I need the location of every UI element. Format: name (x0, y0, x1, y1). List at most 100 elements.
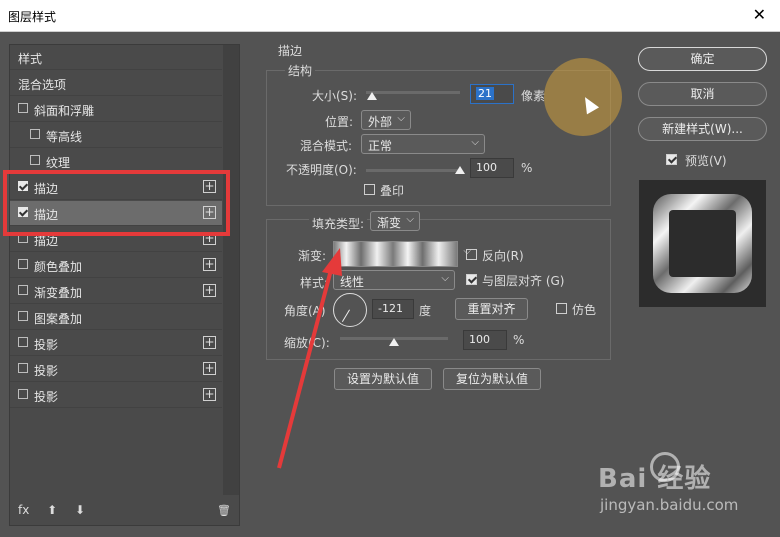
size-slider[interactable] (366, 91, 460, 94)
reverse-checkbox[interactable] (466, 249, 477, 260)
style-list-item[interactable]: 纹理 (10, 149, 222, 174)
style-checkbox[interactable] (18, 103, 28, 113)
angle-unit: 度 (419, 304, 432, 318)
style-list-item[interactable]: 等高线 (10, 123, 222, 148)
gradient-picker[interactable]: ⌵ (333, 241, 471, 267)
style-list-label: 样式 (18, 52, 43, 66)
style-checkbox[interactable] (18, 207, 28, 217)
title-bar: 图层样式 ✕ (0, 0, 780, 32)
angle-value: -121 (378, 302, 403, 315)
style-list-item[interactable]: 描边 + (10, 201, 222, 226)
style-checkbox[interactable] (18, 337, 28, 347)
ok-button[interactable]: 确定 (638, 47, 767, 71)
style-list-item[interactable]: 图案叠加 (10, 305, 222, 330)
window-title: 图层样式 (8, 10, 57, 24)
style-list-label: 颜色叠加 (34, 260, 83, 274)
style-checkbox[interactable] (18, 259, 28, 269)
reset-default-button[interactable]: 复位为默认值 (443, 368, 541, 390)
opacity-slider[interactable] (366, 169, 460, 172)
style-dropdown[interactable]: 线性 ⌵ (333, 270, 455, 290)
style-checkbox[interactable] (18, 233, 28, 243)
align-with-layer-label: 与图层对齐 (G) (482, 274, 565, 288)
preview-checkbox[interactable] (666, 154, 677, 165)
reset-align-button[interactable]: 重置对齐 (455, 298, 528, 320)
add-effect-icon[interactable]: + (203, 232, 216, 245)
angle-label: 角度(A) (284, 304, 326, 318)
preview-inner (669, 210, 736, 277)
angle-dial[interactable] (333, 293, 367, 327)
style-checkbox[interactable] (30, 155, 40, 165)
angle-dial-hand (341, 309, 350, 323)
style-list-item[interactable]: 描边 + (10, 227, 222, 252)
styles-list-panel: 样式 混合选项 斜面和浮雕 等高线 纹理 描边 + 描边 + 描边 + 颜色叠加 + 渐变叠加 + 图案叠加投… (9, 44, 240, 526)
style-checkbox[interactable] (18, 363, 28, 373)
style-checkbox[interactable] (18, 311, 28, 321)
add-effect-icon[interactable]: + (203, 284, 216, 297)
opacity-input[interactable]: 100 (470, 158, 514, 178)
style-list-label: 投影 (34, 364, 59, 378)
overprint-label: 叠印 (380, 184, 405, 198)
align-with-layer-checkbox[interactable] (466, 274, 477, 285)
style-list-item[interactable]: 混合选项 (10, 71, 222, 96)
style-list-item[interactable]: 投影 + (10, 331, 222, 356)
cancel-button[interactable]: 取消 (638, 82, 767, 106)
angle-input[interactable]: -121 (372, 299, 414, 319)
chevron-down-icon: ⌵ (397, 113, 405, 124)
move-down-icon[interactable]: ⬇ (75, 503, 85, 517)
overprint-checkbox[interactable] (364, 184, 375, 195)
scale-unit: % (513, 333, 525, 347)
style-checkbox[interactable] (18, 389, 28, 399)
preview-label: 预览(V) (685, 154, 727, 168)
add-effect-icon[interactable]: + (203, 258, 216, 271)
blend-mode-value: 正常 (368, 139, 393, 153)
chevron-down-icon: ⌵ (441, 273, 449, 284)
style-list-item[interactable]: 样式 (10, 45, 222, 70)
scale-slider-knob[interactable] (389, 338, 399, 346)
style-list-label: 纹理 (46, 156, 71, 170)
styles-list-toolbar: fx ⬆ ⬇ (18, 503, 99, 517)
add-effect-icon[interactable]: + (203, 362, 216, 375)
trash-icon[interactable]: 🗑 (217, 504, 231, 517)
size-input[interactable]: 21 (470, 84, 514, 104)
fill-type-value: 渐变 (377, 216, 402, 230)
new-style-button[interactable]: 新建样式(W)... (638, 117, 767, 141)
style-list-item[interactable]: 渐变叠加 + (10, 279, 222, 304)
add-effect-icon[interactable]: + (203, 388, 216, 401)
set-default-button[interactable]: 设置为默认值 (334, 368, 432, 390)
move-up-icon[interactable]: ⬆ (47, 503, 57, 517)
blend-mode-label: 混合模式: (300, 139, 353, 153)
structure-title: 结构 (285, 62, 316, 79)
style-list-item[interactable]: 投影 + (10, 357, 222, 382)
chevron-down-icon: ⌵ (471, 137, 479, 148)
style-value: 线性 (340, 275, 365, 289)
style-list-item[interactable]: 斜面和浮雕 (10, 97, 222, 122)
style-checkbox[interactable] (18, 181, 28, 191)
position-dropdown[interactable]: 外部 ⌵ (361, 110, 411, 130)
style-list-item[interactable]: 投影 + (10, 383, 222, 408)
style-checkbox[interactable] (30, 129, 40, 139)
style-list-label: 描边 (34, 182, 59, 196)
chevron-down-icon: ⌵ (406, 214, 414, 225)
fill-type-label: 填充类型: (309, 215, 368, 232)
scale-input[interactable]: 100 (463, 330, 507, 350)
styles-list-scrollbar[interactable] (223, 45, 239, 495)
style-list-label: 投影 (34, 338, 59, 352)
size-slider-knob[interactable] (366, 92, 377, 100)
add-effect-icon[interactable]: + (203, 336, 216, 349)
style-list-label: 描边 (34, 208, 59, 222)
style-list-item[interactable]: 颜色叠加 + (10, 253, 222, 278)
style-list-label: 斜面和浮雕 (34, 104, 95, 118)
opacity-slider-knob[interactable] (455, 166, 465, 174)
fx-icon[interactable]: fx (18, 503, 29, 517)
close-icon[interactable]: ✕ (753, 5, 766, 24)
style-list-label: 混合选项 (18, 78, 67, 92)
style-list-label: 渐变叠加 (34, 286, 83, 300)
style-checkbox[interactable] (18, 285, 28, 295)
fill-type-dropdown[interactable]: 渐变 ⌵ (370, 211, 420, 231)
dither-checkbox[interactable] (556, 303, 567, 314)
add-effect-icon[interactable]: + (203, 180, 216, 193)
blend-mode-dropdown[interactable]: 正常 ⌵ (361, 134, 485, 154)
add-effect-icon[interactable]: + (203, 206, 216, 219)
opacity-label: 不透明度(O): (286, 163, 357, 177)
style-list-item[interactable]: 描边 + (10, 175, 222, 200)
